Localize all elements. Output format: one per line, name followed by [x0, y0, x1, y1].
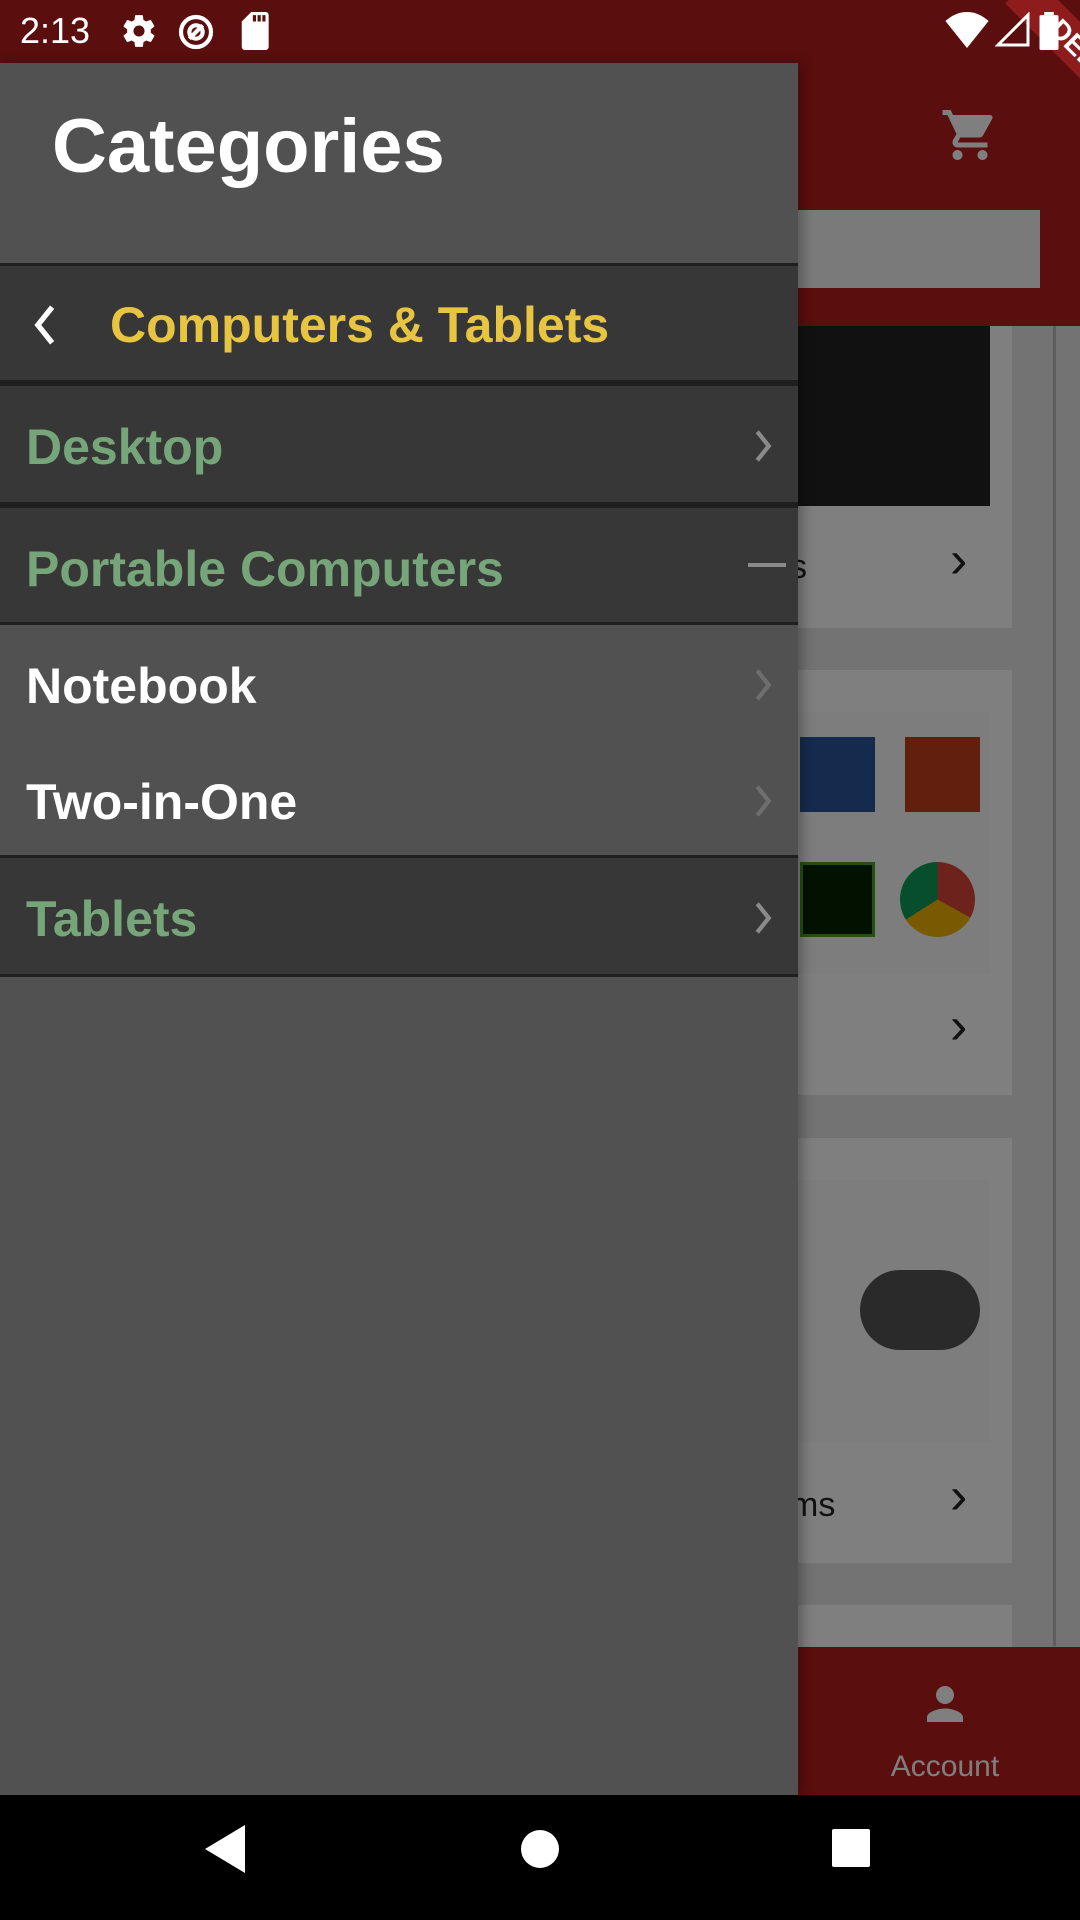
chevron-right-icon: [755, 902, 772, 934]
back-row-label: Computers & Tablets: [110, 297, 610, 353]
back-triangle-icon[interactable]: [205, 1825, 245, 1873]
gear-icon: [123, 15, 155, 47]
drawer-title: Categories: [52, 104, 445, 189]
sync-icon: [178, 14, 214, 50]
collapse-icon: [748, 563, 786, 567]
category-item-desktop[interactable]: Desktop: [0, 383, 798, 505]
subcategory-label: Notebook: [26, 658, 257, 714]
category-label: Tablets: [26, 891, 198, 947]
chevron-right-icon: [755, 785, 772, 817]
category-item-portable-computers[interactable]: Portable Computers: [0, 505, 798, 625]
status-bar: 2:13: [0, 0, 1080, 63]
sd-card-icon: [241, 12, 269, 50]
recents-square-icon[interactable]: [830, 1825, 872, 1873]
system-navigation-bar: [0, 1795, 1080, 1920]
battery-icon: [1039, 12, 1059, 50]
category-item-tablets[interactable]: Tablets: [0, 855, 798, 977]
home-circle-icon[interactable]: [520, 1825, 560, 1873]
categories-drawer: Categories Computers & Tablets Desktop P…: [0, 63, 798, 1795]
category-label: Portable Computers: [26, 541, 504, 597]
status-time: 2:13: [20, 10, 91, 51]
back-row[interactable]: Computers & Tablets: [0, 263, 798, 383]
subcategory-item-two-in-one[interactable]: Two-in-One: [0, 741, 798, 857]
chevron-right-icon: [755, 430, 772, 462]
wifi-icon: [945, 12, 989, 48]
subcategory-item-notebook[interactable]: Notebook: [0, 625, 798, 741]
signal-icon: [995, 12, 1030, 47]
chevron-right-icon: [755, 669, 772, 701]
subcategory-label: Two-in-One: [26, 774, 298, 830]
category-label: Desktop: [26, 419, 224, 475]
chevron-left-icon: [34, 305, 55, 345]
